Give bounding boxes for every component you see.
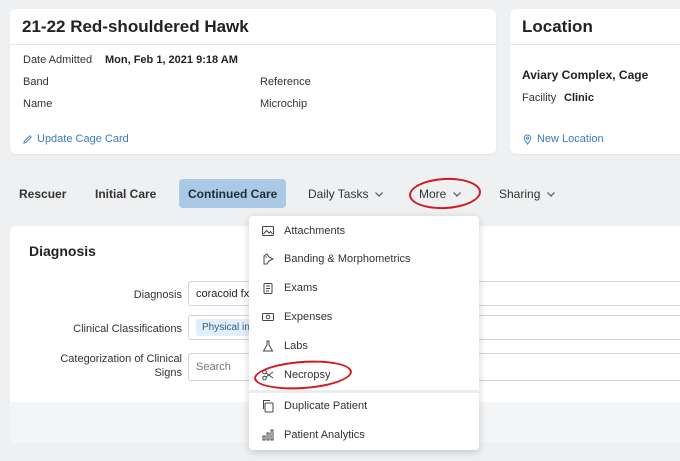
- menu-item-necropsy[interactable]: Necropsy: [249, 361, 479, 389]
- tab-daily-tasks-label: Daily Tasks: [308, 186, 369, 201]
- new-location-label: New Location: [537, 133, 604, 145]
- menu-item-label: Attachments: [284, 225, 346, 237]
- diagnosis-section-title: Diagnosis: [29, 243, 96, 259]
- pencil-icon: [23, 134, 32, 144]
- date-admitted-label: Date Admitted: [23, 54, 93, 66]
- chevron-down-icon: [375, 191, 384, 197]
- tab-more-label: More: [419, 186, 447, 201]
- microchip-label: Microchip: [260, 98, 308, 110]
- diagnosis-value: coracoid fx: [196, 287, 250, 300]
- reference-label: Reference: [260, 76, 311, 88]
- tab-initial-care-label: Initial Care: [95, 186, 157, 201]
- clipboard-icon: [263, 283, 273, 294]
- menu-item-labs[interactable]: Labs: [249, 332, 479, 360]
- menu-item-expenses[interactable]: Expenses: [249, 303, 479, 331]
- tab-rescuer[interactable]: Rescuer: [10, 179, 75, 208]
- menu-item-exams[interactable]: Exams: [249, 274, 479, 302]
- band-label: Band: [23, 76, 49, 88]
- patient-title: 21-22 Red-shouldered Hawk: [22, 17, 249, 36]
- more-dropdown-menu: Attachments Banding & Morphometrics Exam…: [249, 216, 479, 450]
- tab-sharing[interactable]: Sharing: [490, 179, 565, 208]
- patient-tabs: Rescuer Initial Care Continued Care Dail…: [10, 178, 680, 210]
- update-cage-card-label: Update Cage Card: [37, 133, 129, 145]
- map-pin-icon: [523, 134, 532, 145]
- clinical-classification-chip[interactable]: Physical in: [196, 319, 256, 336]
- patient-card: 21-22 Red-shouldered Hawk Date Admitted …: [10, 9, 496, 154]
- menu-item-duplicate-patient[interactable]: Duplicate Patient: [249, 392, 479, 420]
- tab-daily-tasks[interactable]: Daily Tasks: [299, 179, 393, 208]
- tab-more[interactable]: More: [410, 179, 471, 208]
- menu-item-label: Duplicate Patient: [284, 400, 368, 412]
- menu-item-banding[interactable]: Banding & Morphometrics: [249, 245, 479, 273]
- name-label: Name: [23, 98, 53, 110]
- flask-icon: [262, 340, 274, 352]
- tab-sharing-label: Sharing: [499, 186, 541, 201]
- image-icon: [262, 226, 274, 236]
- clinical-classifications-label: Clinical Classifications: [73, 323, 182, 335]
- bird-tag-icon: [263, 253, 275, 265]
- location-card: Location Aviary Complex, Cage Facility C…: [510, 9, 680, 154]
- diagnosis-label: Diagnosis: [133, 289, 182, 301]
- menu-item-patient-analytics[interactable]: Patient Analytics: [249, 421, 479, 449]
- tab-rescuer-label: Rescuer: [19, 186, 67, 201]
- categorization-label: Categorization of Clinical Signs: [60, 353, 182, 379]
- menu-item-label: Banding & Morphometrics: [284, 253, 411, 265]
- money-icon: [262, 313, 274, 321]
- facility-value: Clinic: [564, 92, 594, 104]
- date-admitted-value: Mon, Feb 1, 2021 9:18 AM: [105, 54, 238, 66]
- card-divider: [510, 44, 680, 45]
- bar-chart-icon: [262, 429, 274, 441]
- location-title: Location: [522, 17, 593, 36]
- search-placeholder: Search: [196, 361, 231, 373]
- facility-label: Facility: [522, 92, 557, 104]
- scissors-icon: [262, 369, 274, 381]
- menu-item-label: Patient Analytics: [284, 429, 365, 441]
- chevron-down-icon: [547, 191, 556, 197]
- chevron-down-icon: [453, 191, 462, 197]
- menu-item-label: Necropsy: [284, 369, 331, 381]
- tab-initial-care[interactable]: Initial Care: [86, 179, 165, 208]
- card-divider: [10, 44, 496, 45]
- menu-item-label: Expenses: [284, 311, 333, 323]
- tab-continued-care[interactable]: Continued Care: [179, 179, 287, 208]
- tab-continued-care-label: Continued Care: [188, 186, 278, 201]
- update-cage-card-link[interactable]: Update Cage Card: [22, 133, 129, 145]
- menu-item-label: Exams: [284, 282, 318, 294]
- copy-icon: [263, 400, 274, 413]
- menu-item-attachments[interactable]: Attachments: [249, 217, 479, 245]
- location-value: Aviary Complex, Cage: [522, 68, 649, 82]
- new-location-link[interactable]: New Location: [522, 133, 604, 145]
- menu-item-label: Labs: [284, 340, 308, 352]
